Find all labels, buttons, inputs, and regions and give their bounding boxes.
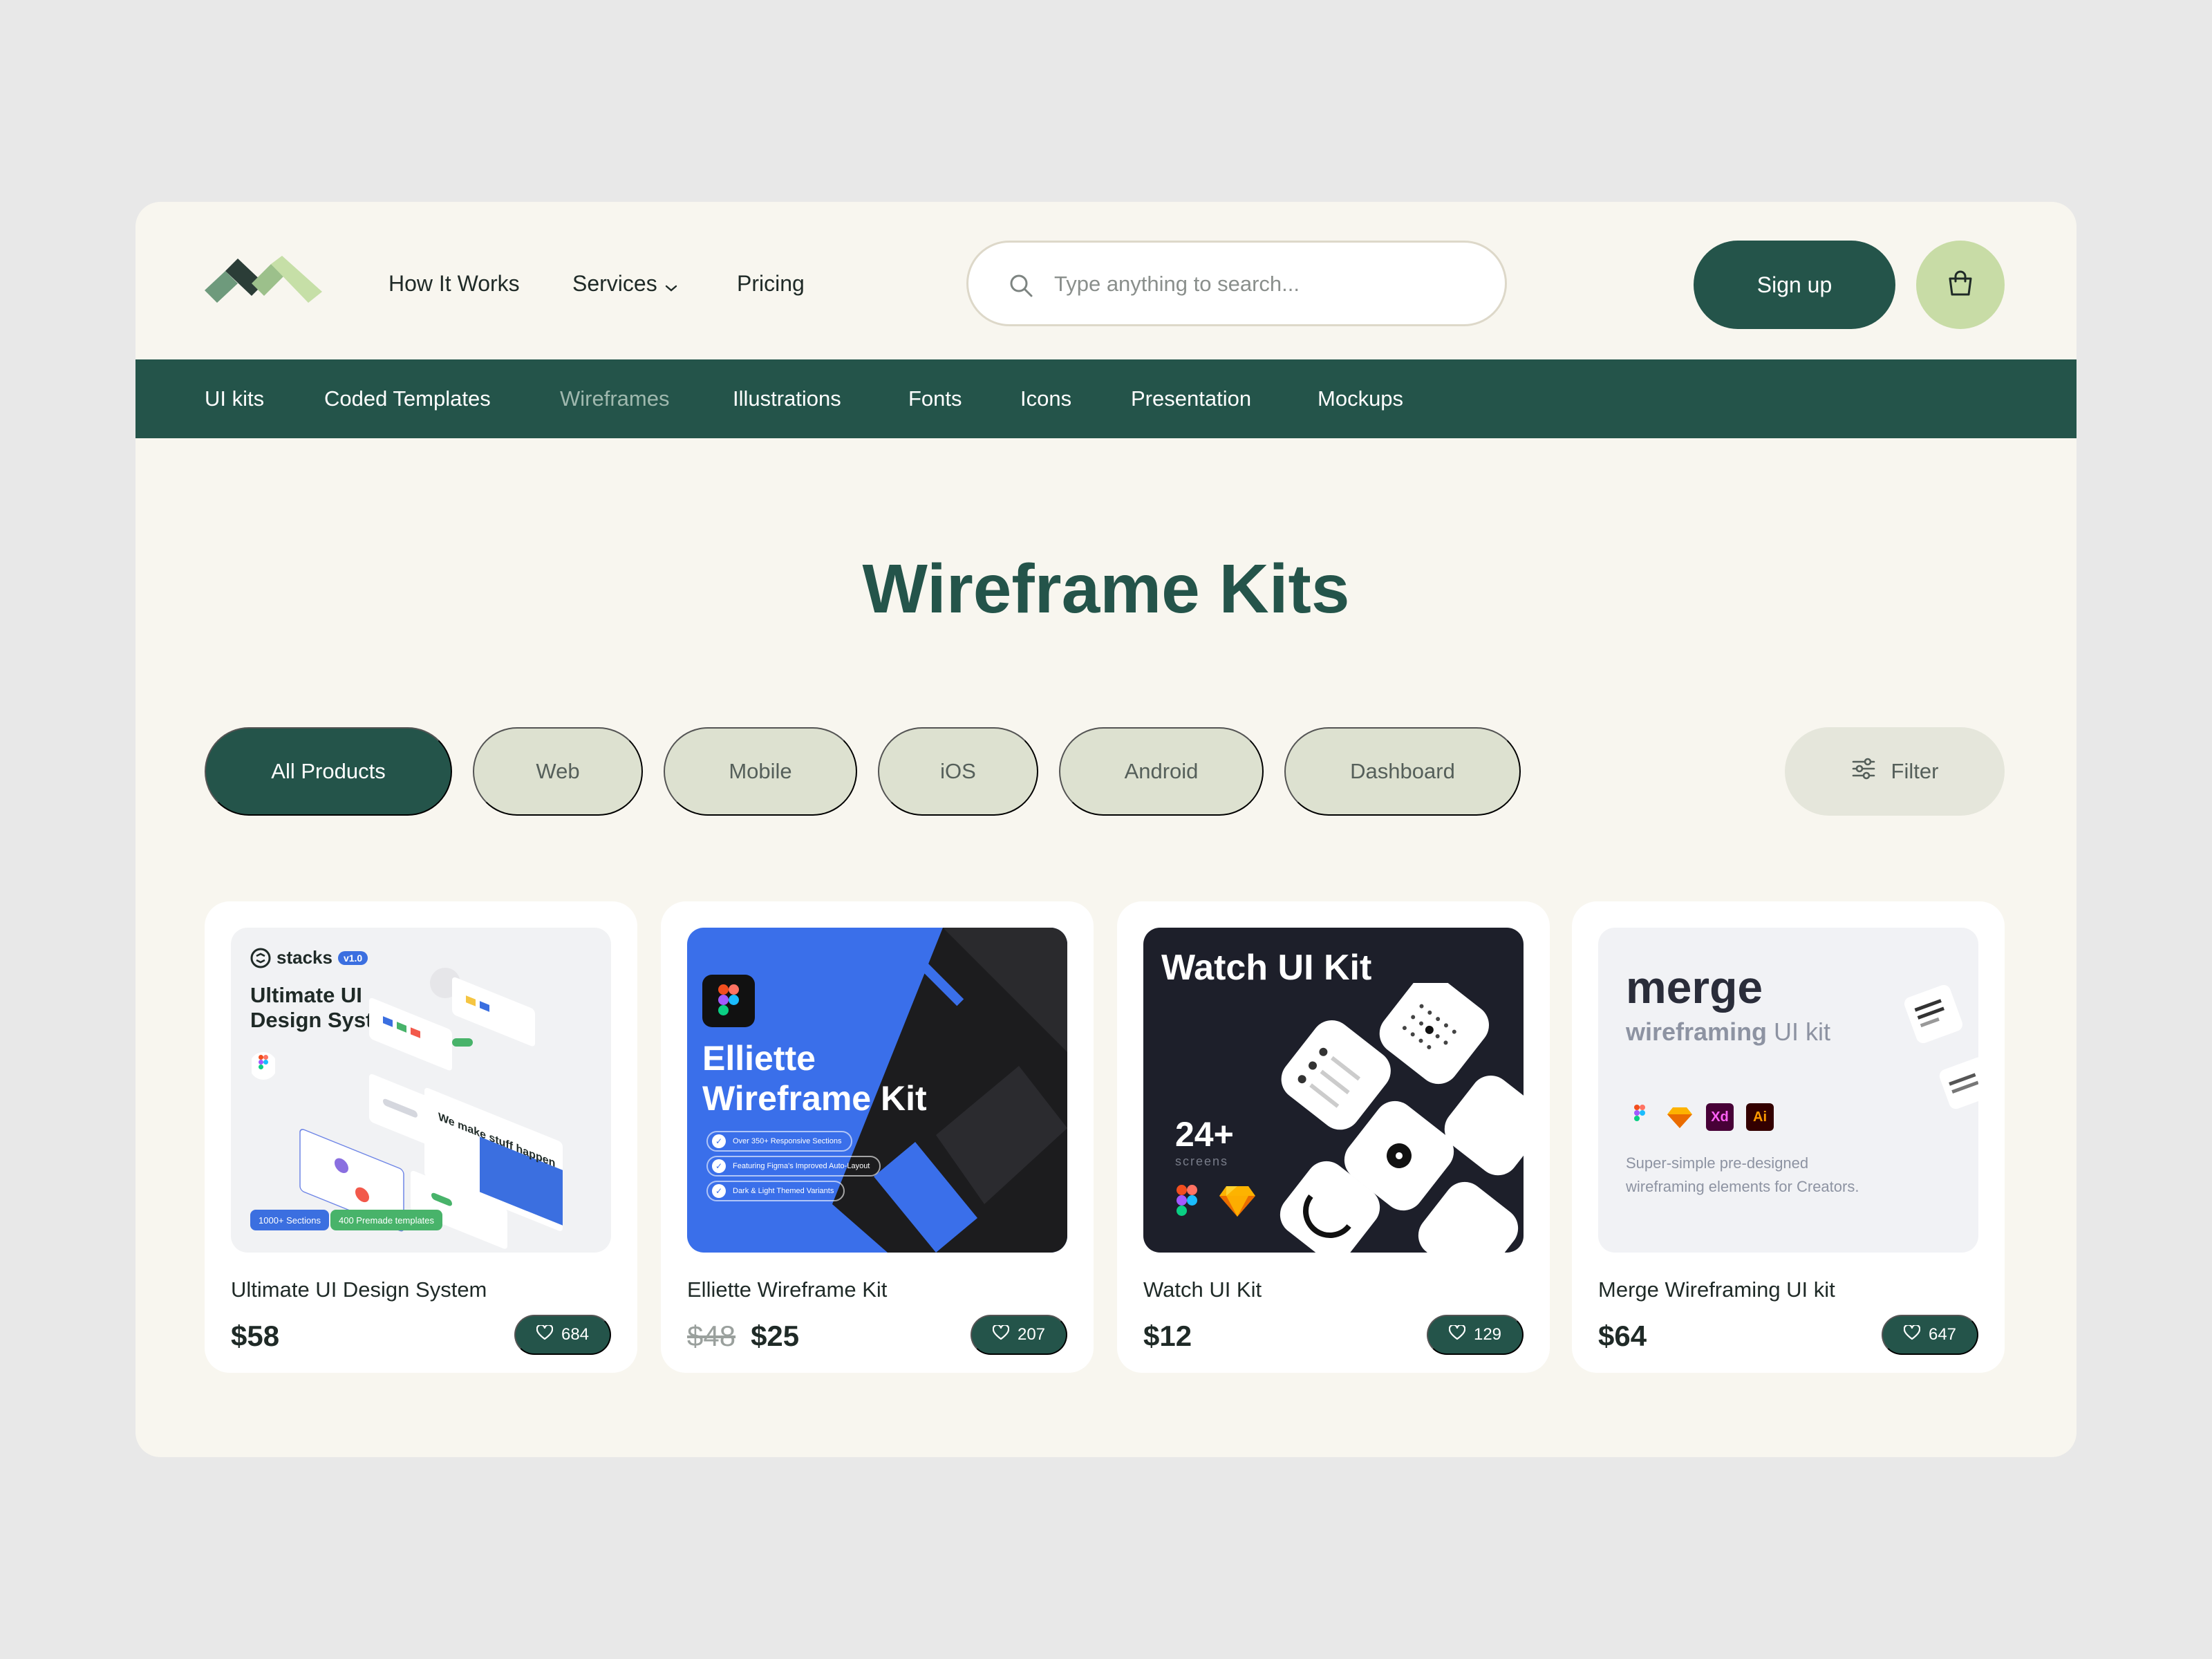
search-box[interactable] — [966, 241, 1507, 326]
document-cards-illustration — [1904, 984, 1978, 1109]
filter-button[interactable]: Filter — [1785, 727, 2005, 816]
nav-services-label: Services — [572, 271, 657, 296]
product-name[interactable]: Merge Wireframing UI kit — [1598, 1276, 1835, 1304]
templates-badge: 400 Premade templates — [330, 1210, 443, 1230]
product-price: $48 $25 — [687, 1319, 799, 1353]
product-thumbnail[interactable]: merge wireframing UI kit Xd Ai Super-sim… — [1598, 928, 1978, 1253]
screen-count: 24+ — [1175, 1115, 1234, 1154]
sketch-icon — [1667, 1107, 1692, 1128]
thumb-title: merge — [1626, 962, 1763, 1013]
filter-android[interactable]: Android — [1059, 727, 1264, 816]
nav-services[interactable]: Services — [572, 270, 678, 299]
thumb-title-line2: Wireframe Kit — [702, 1079, 927, 1118]
like-count: 129 — [1473, 1325, 1502, 1344]
adobe-illustrator-icon: Ai — [1746, 1103, 1774, 1131]
figma-icon — [252, 1052, 275, 1080]
product-card[interactable]: EllietteWireframe Kit Over 350+ Responsi… — [661, 901, 1094, 1373]
product-name[interactable]: Watch UI Kit — [1143, 1276, 1262, 1304]
filter-all-products[interactable]: All Products — [205, 727, 452, 816]
cart-button[interactable] — [1916, 241, 2005, 329]
like-button[interactable]: 129 — [1427, 1315, 1524, 1355]
thumb-subtitle-bold: wireframing — [1626, 1018, 1768, 1046]
heart-icon — [1903, 1324, 1921, 1345]
product-price: $58 — [231, 1320, 280, 1352]
product-thumbnail[interactable]: Watch UI Kit 24+ screens — [1143, 928, 1524, 1253]
nav-pricing[interactable]: Pricing — [737, 270, 805, 297]
top-header: How It Works Services Pricing Sign up — [135, 202, 2077, 359]
sliders-icon — [1851, 756, 1876, 787]
thumb-subtitle: wireframing UI kit — [1626, 1018, 1830, 1047]
chevron-down-icon — [664, 272, 678, 299]
sketch-icon — [1219, 1186, 1255, 1217]
product-card[interactable]: Watch UI Kit 24+ screens Watch UI Kit $1… — [1117, 901, 1550, 1373]
product-thumbnail[interactable]: stacks v1.0 Ultimate UI Design System We… — [231, 928, 611, 1253]
category-mockups[interactable]: Mockups — [1318, 385, 1403, 413]
watch-screens-illustration — [1280, 983, 1524, 1253]
product-price: $64 — [1598, 1320, 1647, 1352]
sections-badge: 1000+ Sections — [250, 1210, 329, 1230]
shopping-bag-icon — [1945, 268, 1976, 302]
like-button[interactable]: 684 — [514, 1315, 611, 1355]
thumb-title-line1: Elliette — [702, 1039, 816, 1078]
thumb-title: Elliette Wireframe Kit — [702, 1038, 927, 1118]
filter-web[interactable]: Web — [473, 727, 643, 816]
adobe-xd-icon: Xd — [1706, 1103, 1734, 1131]
feature-pill: Featuring Figma's Improved Auto-Layout — [706, 1156, 881, 1177]
figma-icon — [1634, 1105, 1645, 1121]
nav-how-it-works[interactable]: How It Works — [388, 270, 520, 297]
like-count: 684 — [561, 1325, 590, 1344]
product-thumbnail[interactable]: EllietteWireframe Kit Over 350+ Responsi… — [687, 928, 1067, 1253]
category-bar: UI kits Coded Templates Wireframes Illus… — [135, 359, 2077, 438]
sign-up-button[interactable]: Sign up — [1694, 241, 1895, 329]
sale-price: $25 — [751, 1320, 800, 1352]
figma-icon — [702, 975, 755, 1027]
category-fonts[interactable]: Fonts — [908, 385, 962, 413]
product-price: $12 — [1143, 1320, 1192, 1352]
stacks-logo-icon — [250, 948, 271, 968]
thumb-title: Watch UI Kit — [1161, 948, 1372, 988]
thumb-subtitle-rest: UI kit — [1767, 1018, 1831, 1046]
filter-label: Filter — [1891, 759, 1939, 783]
thumb-description: Super-simple pre-designed wireframing el… — [1626, 1154, 1859, 1195]
category-coded-templates[interactable]: Coded Templates — [324, 385, 491, 413]
category-wireframes[interactable]: Wireframes — [560, 385, 669, 413]
brand-logo[interactable] — [205, 256, 322, 304]
product-card[interactable]: merge wireframing UI kit Xd Ai Super-sim… — [1572, 901, 2005, 1373]
heart-icon — [992, 1324, 1010, 1345]
like-button[interactable]: 207 — [971, 1315, 1067, 1355]
figma-icon — [1177, 1185, 1197, 1216]
filter-ios[interactable]: iOS — [878, 727, 1038, 816]
category-ui-kits[interactable]: UI kits — [205, 385, 264, 413]
page-title: Wireframe Kits — [862, 550, 1350, 628]
like-count: 207 — [1017, 1325, 1046, 1344]
search-input[interactable] — [1054, 263, 1483, 305]
product-name[interactable]: Elliette Wireframe Kit — [687, 1276, 887, 1304]
search-icon — [1009, 273, 1033, 301]
category-presentation[interactable]: Presentation — [1131, 385, 1251, 413]
screen-count-label: screens — [1175, 1154, 1229, 1168]
category-illustrations[interactable]: Illustrations — [733, 385, 841, 413]
isometric-screens-illustration: We make stuff happen — [299, 968, 563, 1249]
filter-dashboard[interactable]: Dashboard — [1284, 727, 1521, 816]
app-window: How It Works Services Pricing Sign up UI… — [135, 202, 2077, 1457]
like-button[interactable]: 647 — [1882, 1315, 1978, 1355]
filter-mobile[interactable]: Mobile — [664, 727, 857, 816]
feature-pill: Dark & Light Themed Variants — [706, 1181, 845, 1201]
product-name[interactable]: Ultimate UI Design System — [231, 1276, 487, 1304]
heart-icon — [536, 1324, 554, 1345]
feature-pill: Over 350+ Responsive Sections — [706, 1131, 853, 1152]
heart-icon — [1448, 1324, 1466, 1345]
like-count: 647 — [1928, 1325, 1957, 1344]
category-icons[interactable]: Icons — [1020, 385, 1071, 413]
old-price: $48 — [687, 1320, 736, 1352]
product-card[interactable]: stacks v1.0 Ultimate UI Design System We… — [205, 901, 637, 1373]
